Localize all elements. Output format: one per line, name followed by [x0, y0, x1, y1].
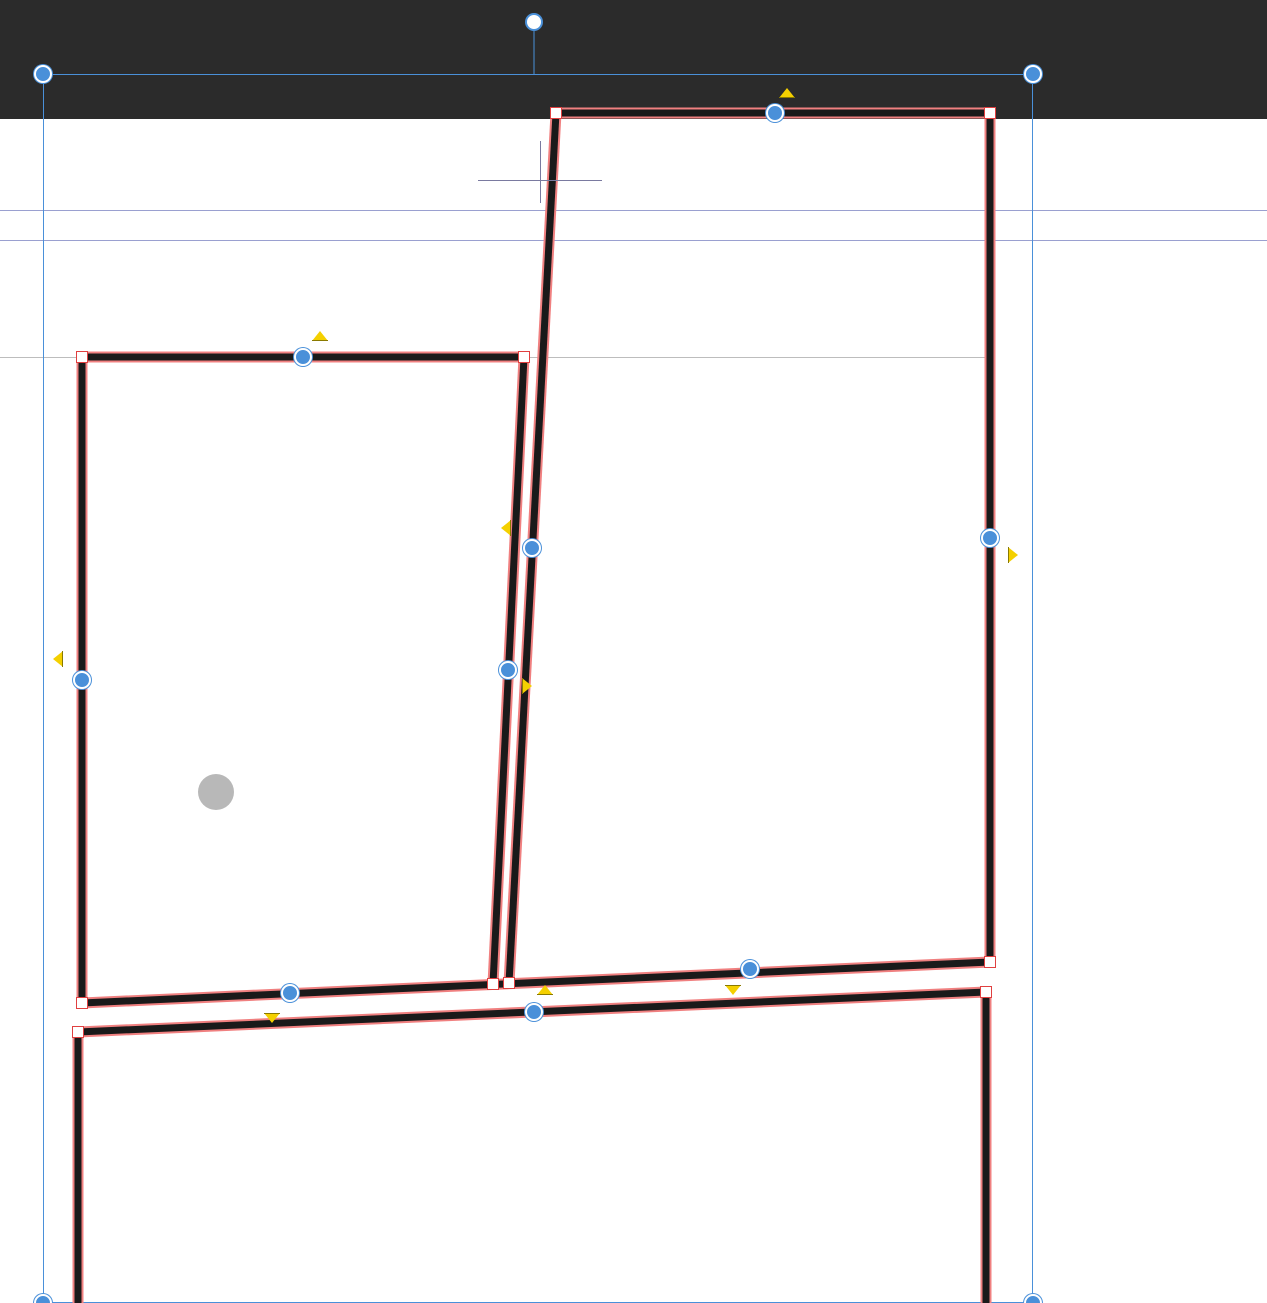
wall-endpoint[interactable]: [980, 986, 992, 998]
selection-origin-handle[interactable]: [525, 13, 543, 31]
selection-bounding-box[interactable]: [43, 74, 1033, 1303]
flip-control-up[interactable]: [537, 985, 553, 995]
selection-handle-top-left[interactable]: [34, 65, 52, 83]
flip-control-left[interactable]: [53, 651, 63, 667]
wall-endpoint[interactable]: [72, 1026, 84, 1038]
selection-handle-wall-mid[interactable]: [523, 539, 541, 557]
drawing-canvas[interactable]: [0, 0, 1267, 1303]
selection-handle-wall-mid[interactable]: [525, 1003, 543, 1021]
wall-endpoint[interactable]: [76, 997, 88, 1009]
selection-handle-wall-mid[interactable]: [981, 529, 999, 547]
selection-handle-wall-mid[interactable]: [499, 661, 517, 679]
wall-endpoint[interactable]: [984, 107, 996, 119]
wall-endpoint[interactable]: [76, 351, 88, 363]
flip-control-up[interactable]: [779, 88, 795, 98]
selection-handle-wall-mid[interactable]: [73, 671, 91, 689]
flip-control-left[interactable]: [501, 520, 511, 536]
selection-handle-wall-mid[interactable]: [741, 960, 759, 978]
wall-endpoint[interactable]: [518, 351, 530, 363]
selection-handle-top-right[interactable]: [1024, 65, 1042, 83]
flip-control-down[interactable]: [725, 985, 741, 995]
flip-control-down[interactable]: [264, 1013, 280, 1023]
room-reference-dot: [198, 774, 234, 810]
flip-control-right[interactable]: [522, 678, 532, 694]
selection-handle-wall-mid[interactable]: [766, 104, 784, 122]
flip-control-up[interactable]: [312, 331, 328, 341]
flip-control-right[interactable]: [1008, 547, 1018, 563]
selection-handle-bottom-right[interactable]: [1024, 1294, 1042, 1303]
wall-endpoint[interactable]: [984, 956, 996, 968]
cursor-crosshair-v: [540, 141, 541, 203]
selection-handle-wall-mid[interactable]: [294, 348, 312, 366]
wall-endpoint[interactable]: [550, 107, 562, 119]
selection-handle-wall-mid[interactable]: [281, 984, 299, 1002]
wall-endpoint[interactable]: [503, 977, 515, 989]
wall-endpoint[interactable]: [487, 978, 499, 990]
